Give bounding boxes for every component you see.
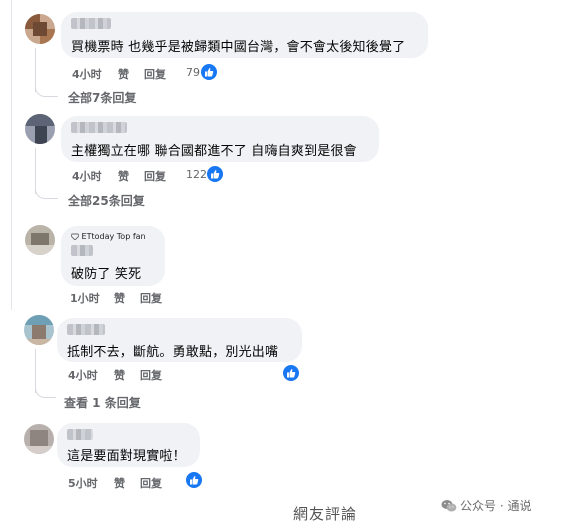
avatar[interactable] [25, 114, 55, 144]
timestamp[interactable]: 4小时 [68, 367, 98, 383]
reaction-count[interactable]: 79 [186, 66, 200, 79]
gem-badge-icon [70, 233, 80, 241]
thumbs-up-icon[interactable] [201, 64, 217, 80]
author-name-blurred[interactable] [71, 245, 93, 256]
avatar[interactable] [24, 424, 54, 454]
view-replies-link[interactable]: 全部7条回复 [68, 89, 136, 106]
like-button[interactable]: 赞 [114, 367, 125, 383]
view-replies-link[interactable]: 全部25条回复 [68, 192, 145, 209]
watermark-text: 公众号 · 通说 [460, 499, 532, 513]
like-button[interactable]: 赞 [118, 168, 129, 184]
reply-button[interactable]: 回复 [144, 168, 166, 184]
author-name-blurred[interactable] [67, 429, 93, 440]
thread-elbow [35, 84, 58, 97]
reply-button[interactable]: 回复 [140, 475, 162, 491]
view-replies-link[interactable]: 查看 1 条回复 [64, 394, 141, 411]
thumbs-up-icon[interactable] [186, 472, 202, 488]
comment-text: 買機票時 也幾乎是被歸類中國台灣，會不會太後知後覺了 [71, 40, 406, 55]
timestamp[interactable]: 1小时 [70, 290, 100, 306]
avatar[interactable] [25, 14, 55, 44]
reply-button[interactable]: 回复 [140, 367, 162, 383]
thumbs-up-icon[interactable] [283, 365, 299, 381]
watermark: 公众号 · 通说 [441, 497, 531, 514]
comment-bubble: ETtoday Top fan 破防了 笑死 [61, 226, 165, 286]
author-name-blurred[interactable] [71, 18, 111, 29]
like-button[interactable]: 赞 [114, 290, 125, 306]
comment-text: 這是要面對現實啦！ [67, 449, 186, 464]
comment-bubble: 主權獨立在哪 聯合國都進不了 自嗨自爽到是很會 [61, 116, 379, 162]
reaction-count[interactable]: 122 [186, 168, 207, 181]
avatar[interactable] [25, 225, 55, 255]
left-divider [11, 0, 12, 310]
comment-text: 破防了 笑死 [71, 267, 142, 282]
timestamp[interactable]: 4小时 [72, 66, 102, 82]
thread-elbow [35, 186, 58, 199]
thread-elbow [35, 385, 56, 398]
thumbs-up-icon[interactable] [207, 166, 223, 182]
comment-bubble: 買機票時 也幾乎是被歸類中國台灣，會不會太後知後覺了 [61, 12, 428, 58]
timestamp[interactable]: 5小时 [68, 475, 98, 491]
author-name-blurred[interactable] [71, 122, 127, 133]
comment-bubble: 這是要面對現實啦！ [57, 423, 200, 467]
comment-bubble: 抵制不去，斷航。勇敢點，別光出嘴 [57, 318, 302, 362]
image-caption: 網友評論 [293, 505, 358, 523]
author-name-blurred[interactable] [67, 324, 105, 335]
comment-text: 抵制不去，斷航。勇敢點，別光出嘴 [67, 345, 279, 360]
like-button[interactable]: 赞 [114, 475, 125, 491]
reply-button[interactable]: 回复 [144, 66, 166, 82]
reply-button[interactable]: 回复 [140, 290, 162, 306]
like-button[interactable]: 赞 [118, 66, 129, 82]
avatar[interactable] [24, 315, 54, 345]
top-fan-badge: ETtoday Top fan [70, 232, 146, 241]
comment-text: 主權獨立在哪 聯合國都進不了 自嗨自爽到是很會 [71, 144, 357, 159]
wechat-icon [441, 499, 457, 513]
timestamp[interactable]: 4小时 [72, 168, 102, 184]
